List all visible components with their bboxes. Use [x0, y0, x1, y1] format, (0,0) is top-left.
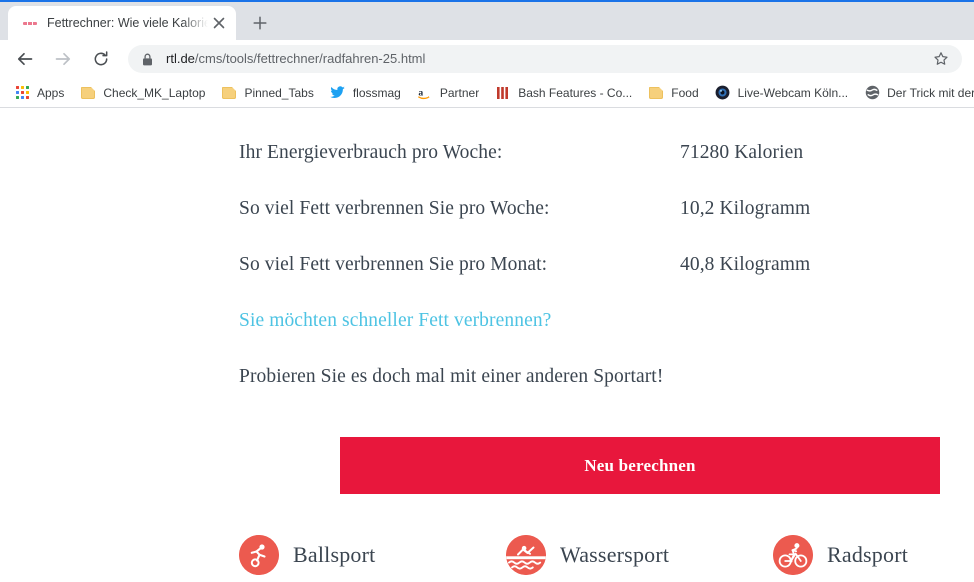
bookmark-partner[interactable]: a Partner: [409, 81, 487, 105]
star-icon[interactable]: [928, 46, 954, 72]
result-value: 40,8 Kilogramm: [680, 254, 811, 275]
sports-links-row: Ballsport Wassersport Radsport: [239, 535, 939, 581]
bookmark-flossmag[interactable]: flossmag: [322, 81, 409, 105]
url-path: /cms/tools/fettrechner/radfahren-25.html: [194, 51, 426, 66]
bookmark-label: Check_MK_Laptop: [103, 85, 206, 100]
apps-grid-icon: [14, 85, 30, 101]
bookmarks-bar: Apps Check_MK_Laptop Pinned_Tabs flossma…: [0, 78, 974, 108]
lock-icon: [142, 53, 156, 66]
result-label: So viel Fett verbrennen Sie pro Monat:: [239, 254, 548, 275]
reload-icon[interactable]: [85, 43, 117, 75]
tab-strip: Fettrechner: Wie viele Kalorien ve: [0, 0, 974, 40]
faster-fat-burn-link[interactable]: Sie möchten schneller Fett verbrennen?: [239, 310, 551, 332]
cyclist-icon: [773, 535, 813, 575]
bookmark-label: Der Trick mit der: [887, 85, 974, 100]
browser-toolbar: rtl.de/cms/tools/fettrechner/radfahren-2…: [0, 40, 974, 78]
bookmark-pinned-tabs[interactable]: Pinned_Tabs: [213, 81, 321, 105]
bookmark-apps[interactable]: Apps: [6, 81, 72, 105]
address-bar[interactable]: rtl.de/cms/tools/fettrechner/radfahren-2…: [128, 45, 962, 73]
recalculate-button[interactable]: Neu berechnen: [340, 437, 940, 494]
bookmark-label: Partner: [439, 85, 480, 100]
soccer-player-icon: [239, 535, 279, 575]
result-row: So viel Fett verbrennen Sie pro Monat: 4…: [239, 254, 939, 278]
bookmark-der-trick-mit-der[interactable]: Der Trick mit der: [856, 81, 974, 105]
sport-link-ballsport[interactable]: Ballsport: [239, 535, 375, 575]
url-domain: rtl.de: [166, 51, 195, 66]
bookmark-food[interactable]: Food: [640, 81, 706, 105]
bookmark-label: Apps: [37, 85, 65, 100]
browser-tab[interactable]: Fettrechner: Wie viele Kalorien ve: [8, 6, 236, 40]
bookmark-check-mk-laptop[interactable]: Check_MK_Laptop: [72, 81, 213, 105]
bookmark-bash-features[interactable]: Bash Features - Co...: [487, 81, 640, 105]
new-tab-button[interactable]: [246, 9, 274, 37]
result-value: 10,2 Kilogramm: [680, 198, 811, 219]
folder-icon: [80, 85, 96, 101]
back-arrow-icon[interactable]: [9, 43, 41, 75]
sport-label: Radsport: [827, 542, 909, 567]
amazon-icon: a: [417, 85, 433, 101]
bookmark-label: Live-Webcam Köln...: [737, 85, 849, 100]
result-row: Ihr Energieverbrauch pro Woche: 71280 Ka…: [239, 142, 939, 166]
twitter-icon: [330, 85, 346, 101]
result-row: So viel Fett verbrennen Sie pro Woche: 1…: [239, 198, 939, 222]
bookmark-label: flossmag: [352, 85, 401, 100]
sport-link-wassersport[interactable]: Wassersport: [506, 535, 669, 575]
close-icon[interactable]: [210, 14, 228, 32]
bookmark-live-webcam-koeln[interactable]: Live-Webcam Köln...: [707, 81, 857, 105]
tab-favicon-icon: [22, 15, 38, 31]
bookmark-label: Food: [671, 85, 699, 100]
result-label: So viel Fett verbrennen Sie pro Woche:: [239, 198, 550, 219]
bookmark-label: Pinned_Tabs: [244, 85, 314, 100]
sport-label: Wassersport: [560, 542, 670, 567]
sport-link-radsport[interactable]: Radsport: [773, 535, 908, 575]
browser-window: Fettrechner: Wie viele Kalorien ve: [0, 0, 974, 582]
globe-icon: [864, 85, 880, 101]
camera-icon: [715, 85, 731, 101]
bars-icon: [495, 85, 511, 101]
swimmer-icon: [506, 535, 546, 575]
result-value: 71280 Kalorien: [680, 142, 804, 163]
page-content: Ihr Energieverbrauch pro Woche: 71280 Ka…: [0, 110, 974, 582]
forward-arrow-icon[interactable]: [47, 43, 79, 75]
bookmark-label: Bash Features - Co...: [518, 85, 633, 100]
tab-title: Fettrechner: Wie viele Kalorien ve: [47, 16, 208, 30]
try-other-sport-text: Probieren Sie es doch mal mit einer ande…: [239, 366, 664, 387]
sport-label: Ballsport: [293, 542, 376, 567]
result-label: Ihr Energieverbrauch pro Woche:: [239, 142, 503, 163]
address-bar-url: rtl.de/cms/tools/fettrechner/radfahren-2…: [166, 45, 928, 73]
folder-icon: [221, 85, 237, 101]
folder-icon: [648, 85, 664, 101]
